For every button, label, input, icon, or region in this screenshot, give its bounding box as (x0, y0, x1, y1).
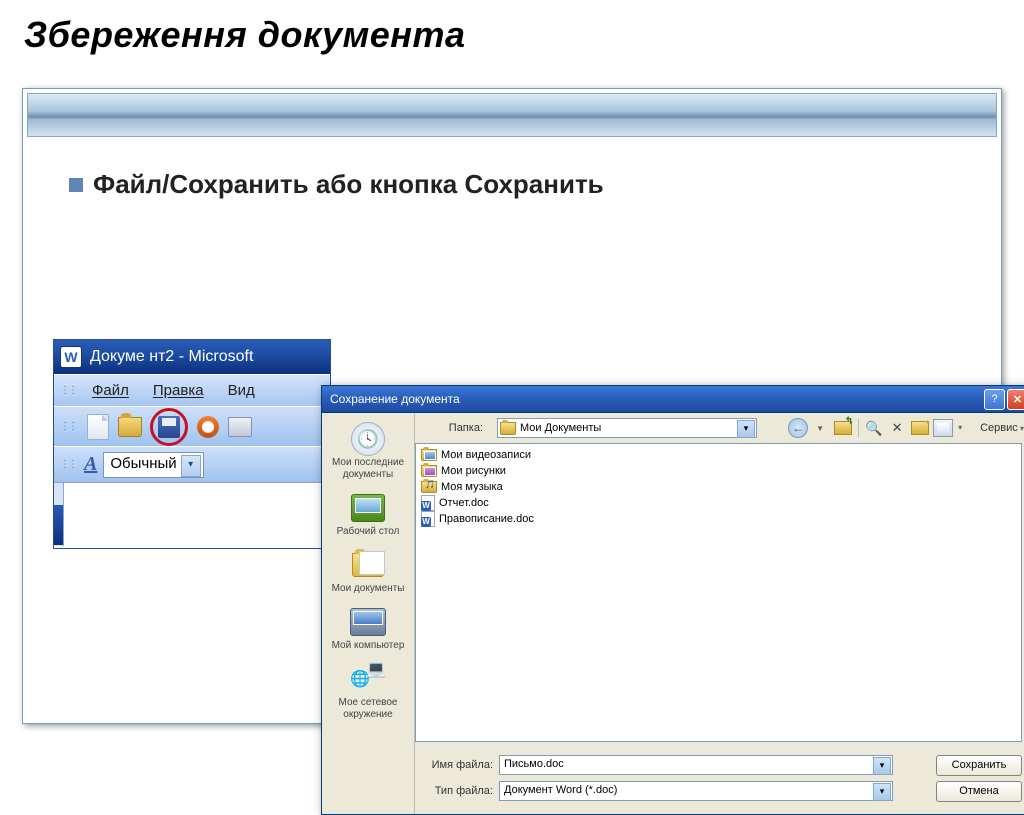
filename-input[interactable]: Письмо.doc (499, 755, 893, 775)
place-mycomputer[interactable]: Мой компьютер (326, 600, 411, 655)
word-document-area (54, 482, 330, 546)
list-item[interactable]: Моя музыка (419, 479, 1018, 495)
folder-pictures-icon (421, 465, 437, 477)
separator (858, 419, 859, 437)
toolbar-grip-icon: ⋮⋮ (60, 385, 76, 396)
place-recent-label: Мои последние документы (327, 457, 410, 481)
word-title-text: Докуме нт2 - Microsoft (90, 348, 253, 366)
search-web-button[interactable]: 🔍 (863, 417, 885, 439)
place-desktop[interactable]: Рабочий стол (326, 486, 411, 541)
bullet-text: Файл/Сохранить або кнопка Сохранить (93, 169, 604, 200)
slide-title: Збереження документа (0, 0, 1024, 56)
place-recent[interactable]: Мои последние документы (326, 417, 411, 484)
file-list[interactable]: Мои видеозаписи Мои рисунки Моя музыка О… (415, 443, 1022, 742)
word-menubar: ⋮⋮ Файл Правка Вид (54, 374, 330, 406)
menu-view[interactable]: Вид (218, 380, 265, 401)
list-item[interactable]: Мои рисунки (419, 463, 1018, 479)
dialog-title-text: Сохранение документа (330, 392, 982, 406)
desktop-icon (351, 494, 385, 522)
computer-icon (350, 608, 386, 636)
word-doc-icon (421, 495, 435, 511)
views-button[interactable] (932, 417, 954, 439)
file-name: Мои рисунки (441, 465, 506, 477)
tools-menu[interactable]: Сервис (980, 422, 1024, 434)
dialog-top-row: Папка: Мои Документы ← ▼ 🔍 ✕ (415, 413, 1024, 443)
dialog-titlebar[interactable]: Сохранение документа ? ✕ (322, 386, 1024, 413)
back-dropdown[interactable]: ▼ (809, 417, 831, 439)
folder-combo[interactable]: Мои Документы (497, 418, 757, 438)
mydocs-icon (352, 553, 384, 577)
slide-content-frame: Файл/Сохранить або кнопка Сохранить W До… (22, 88, 1002, 724)
list-item[interactable]: Мои видеозаписи (419, 447, 1018, 463)
place-mydocs-label: Мои документы (332, 583, 405, 595)
word-format-toolbar: ⋮⋮ A Обычный (54, 446, 330, 482)
folder-music-icon (421, 481, 437, 493)
file-name: Отчет.doc (439, 497, 489, 509)
open-button[interactable] (118, 415, 142, 439)
close-button[interactable]: ✕ (1007, 389, 1024, 410)
network-icon (350, 664, 386, 694)
toolbar-grip-icon: ⋮⋮ (60, 421, 76, 432)
file-name: Правописание.doc (439, 513, 534, 525)
print-button[interactable] (228, 415, 252, 439)
save-button-highlight (150, 408, 188, 446)
styles-pane-icon[interactable]: A (84, 453, 97, 476)
up-one-level-button[interactable] (832, 417, 854, 439)
permission-button[interactable] (196, 415, 220, 439)
place-network[interactable]: Мое сетевое окружение (326, 657, 411, 724)
word-toolbar: ⋮⋮ (54, 406, 330, 446)
file-name: Мои видеозаписи (441, 449, 531, 461)
word-window-snippet: W Докуме нт2 - Microsoft ⋮⋮ Файл Правка … (53, 339, 331, 549)
slide-bullet: Файл/Сохранить або кнопка Сохранить (23, 141, 1001, 200)
menu-file[interactable]: Файл (82, 380, 139, 401)
folder-icon (500, 422, 516, 435)
folder-label: Папка: (421, 422, 493, 434)
slide-header-band (27, 93, 997, 137)
toolbar-grip-icon: ⋮⋮ (60, 459, 76, 470)
new-doc-button[interactable] (86, 415, 110, 439)
word-app-icon: W (60, 346, 82, 368)
bullet-icon (69, 178, 83, 192)
save-button[interactable] (157, 415, 181, 439)
cancel-button[interactable]: Отмена (936, 781, 1022, 802)
places-bar: Мои последние документы Рабочий стол Мои… (322, 413, 415, 814)
menu-edit[interactable]: Правка (143, 380, 214, 401)
help-button[interactable]: ? (984, 389, 1005, 410)
list-item[interactable]: Правописание.doc (419, 511, 1018, 527)
list-item[interactable]: Отчет.doc (419, 495, 1018, 511)
filename-label: Имя файла: (415, 759, 493, 771)
back-button[interactable]: ← (788, 418, 808, 438)
filetype-label: Тип файла: (415, 785, 493, 797)
place-mycomputer-label: Мой компьютер (332, 640, 405, 652)
delete-button[interactable]: ✕ (886, 417, 908, 439)
save-as-dialog: Сохранение документа ? ✕ Мои последние д… (321, 385, 1024, 815)
recent-docs-icon (351, 422, 385, 456)
file-name: Моя музыка (441, 481, 503, 493)
place-desktop-label: Рабочий стол (337, 526, 400, 538)
folder-value: Мои Документы (520, 422, 601, 434)
save-button[interactable]: Сохранить (936, 755, 1022, 776)
filetype-combo[interactable]: Документ Word (*.doc) (499, 781, 893, 801)
folder-videos-icon (421, 449, 437, 461)
create-new-folder-button[interactable] (909, 417, 931, 439)
place-network-label: Мое сетевое окружение (327, 697, 410, 721)
place-mydocs[interactable]: Мои документы (326, 543, 411, 598)
style-combo[interactable]: Обычный (103, 452, 203, 478)
word-titlebar: W Докуме нт2 - Microsoft (54, 340, 330, 374)
word-doc-icon (421, 511, 435, 527)
